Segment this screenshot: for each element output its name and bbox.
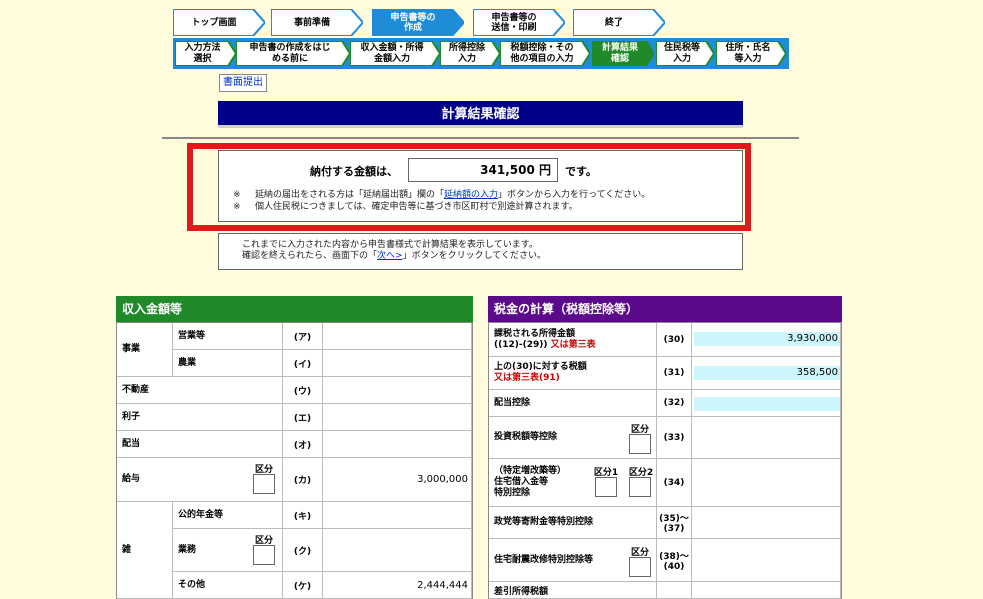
step-label: 申告書等の 送信・印刷 <box>491 12 537 33</box>
row-value <box>323 377 472 404</box>
row-code: (オ) <box>283 431 323 458</box>
substep-label: 税額控除・その 他の項目の入力 <box>510 42 574 64</box>
row-label: 上の(30)に対する税額 又は第三表(91) <box>489 357 657 390</box>
row-code: (カ) <box>283 458 323 502</box>
row-code: (イ) <box>283 350 323 377</box>
step-end: 終了 <box>573 9 665 36</box>
kubun-input[interactable] <box>629 434 651 454</box>
row-code: (35)～ (37) <box>657 507 692 539</box>
row-code: (ク) <box>283 529 323 572</box>
page-title: 計算結果確認 <box>218 101 743 128</box>
kubun1-input[interactable] <box>595 477 617 497</box>
row-code: (38)～ (40) <box>657 539 692 582</box>
tax-panel-title: 税金の計算（税額控除等） <box>488 296 842 322</box>
row-label: その他 <box>173 572 283 599</box>
step-prep[interactable]: 事前準備 <box>271 9 363 36</box>
row-code: (ケ) <box>283 572 323 599</box>
substep-result: 計算結果 確認 <box>592 41 654 66</box>
row-label: 配当 <box>117 431 283 458</box>
divider <box>162 137 799 139</box>
row-code: (32) <box>657 390 692 417</box>
row-code <box>657 582 692 599</box>
row-value <box>692 507 841 539</box>
row-code: (31) <box>657 357 692 390</box>
step-label: トップ画面 <box>191 17 237 28</box>
row-label: 不動産 <box>117 377 283 404</box>
substep-resident-tax: 住民税等 入力 <box>656 41 714 66</box>
row-code: (キ) <box>283 502 323 529</box>
kubun2-input[interactable] <box>629 477 651 497</box>
row-value: 2,444,444 <box>323 572 472 599</box>
substep-label: 住民税等 入力 <box>663 42 700 64</box>
substep-label: 所得控除 入力 <box>448 42 485 64</box>
step-label: 終了 <box>604 17 623 28</box>
substep-label: 申告書の作成をはじ める前に <box>249 42 331 64</box>
step-label: 事前準備 <box>293 17 330 28</box>
kubun-input[interactable] <box>253 545 275 565</box>
row-value <box>323 350 472 377</box>
row-code: (34) <box>657 459 692 507</box>
row-value <box>692 417 841 459</box>
row-value <box>692 582 841 599</box>
payment-prefix: 納付する金額は、 <box>310 165 398 178</box>
row-code: (エ) <box>283 404 323 431</box>
row-label: 営業等 <box>173 323 283 350</box>
substep-label: 入力方法 選択 <box>184 42 221 64</box>
step-send: 申告書等の 送信・印刷 <box>473 9 565 36</box>
step-label: 申告書等の 作成 <box>390 12 436 33</box>
row-value: 3,000,000 <box>323 458 472 502</box>
row-label: 利子 <box>117 404 283 431</box>
substep-label: 住所・氏名 等入力 <box>725 42 771 64</box>
payment-suffix: です。 <box>565 165 597 178</box>
row-value <box>323 529 472 572</box>
row-value <box>323 431 472 458</box>
substep-address: 住所・氏名 等入力 <box>716 41 786 66</box>
row-label: 農業 <box>173 350 283 377</box>
next-link[interactable]: 次へ> <box>377 251 403 261</box>
step-create: 申告書等の 作成 <box>372 9 464 36</box>
row-label: 差引所得税額 <box>489 582 657 599</box>
row-label: 公的年金等 <box>173 502 283 529</box>
row-value <box>694 397 840 411</box>
row-value <box>323 404 472 431</box>
row-value <box>692 539 841 582</box>
row-value <box>323 323 472 350</box>
row-code: (ア) <box>283 323 323 350</box>
info-box: これまでに入力された内容から申告書様式で計算結果を表示しています。 確認を終えら… <box>218 233 743 270</box>
substep-label: 計算結果 確認 <box>601 42 638 64</box>
row-label: 課税される所得金額 ((12)-(29)) 又は第三表 <box>489 323 657 357</box>
row-label: 事業 <box>117 323 173 377</box>
kubun-input[interactable] <box>629 557 651 577</box>
row-label: 政党等寄附金等特別控除 <box>489 507 657 539</box>
kubun-input[interactable] <box>253 474 275 494</box>
row-label: 雑 <box>117 502 173 599</box>
paper-submission-button[interactable]: 書面提出 <box>219 74 267 92</box>
substep-input-method[interactable]: 入力方法 選択 <box>175 41 236 66</box>
substep-before[interactable]: 申告書の作成をはじ める前に <box>236 41 350 66</box>
row-code: (33) <box>657 417 692 459</box>
income-panel-title: 収入金額等 <box>116 296 473 322</box>
info-line: 確認を終えられたら、画面下の「次へ>」ボタンをクリックしてください。 <box>242 251 547 261</box>
row-code: (ウ) <box>283 377 323 404</box>
info-line: これまでに入力された内容から申告書様式で計算結果を表示しています。 <box>242 240 538 250</box>
row-label: 配当控除 <box>489 390 657 417</box>
substep-tax-credit[interactable]: 税額控除・その 他の項目の入力 <box>500 41 590 66</box>
row-code: (30) <box>657 323 692 357</box>
row-value: 3,930,000 <box>694 332 840 346</box>
row-value <box>692 459 841 507</box>
step-top[interactable]: トップ画面 <box>173 9 265 36</box>
row-value <box>323 502 472 529</box>
substep-income[interactable]: 収入金額・所得 金額入力 <box>350 41 440 66</box>
row-value: 358,500 <box>694 366 840 380</box>
substep-label: 収入金額・所得 金額入力 <box>360 42 424 64</box>
substep-deduction[interactable]: 所得控除 入力 <box>440 41 500 66</box>
note-resident-tax: ※ 個人住民税につきましては、確定申告等に基づき市区町村で別途計算されます。 <box>233 202 578 212</box>
payment-amount: 341,500 円 <box>408 158 558 182</box>
